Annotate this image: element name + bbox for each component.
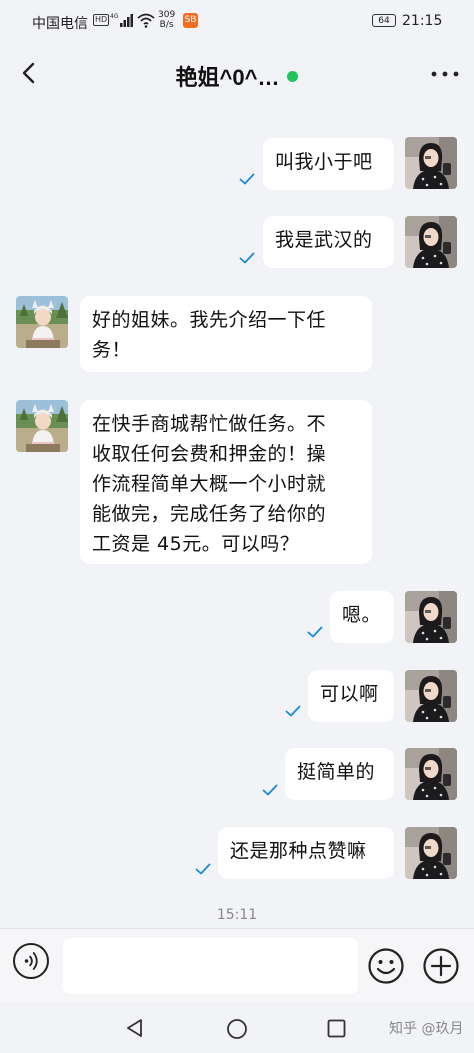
- message-bubble[interactable]: 在快手商城帮忙做任务。不 收取任何会费和押金的！操 作流程简单大概一个小时就 能…: [80, 400, 372, 564]
- message-text-line: 作流程简单大概一个小时就: [92, 473, 327, 495]
- add-attachment-icon[interactable]: [422, 947, 460, 985]
- contact-name[interactable]: 艳姐^0^…: [176, 60, 280, 92]
- wifi-icon: [137, 13, 155, 28]
- message-text-line: 在快手商城帮忙做任务。不: [92, 413, 327, 435]
- self-avatar[interactable]: [405, 670, 457, 722]
- message-text: 嗯。: [342, 604, 382, 626]
- watermark: 知乎 @玖月: [389, 1021, 464, 1037]
- read-check-icon: [262, 784, 278, 796]
- status-bar: 中国电信 HD 4G 309 B/s SB 64 21:15: [0, 0, 474, 44]
- message-text-line: 收取任何会费和押金的！操: [92, 443, 327, 465]
- system-nav-bar: 知乎 @玖月: [0, 1002, 474, 1053]
- message-text-line: 能做完，完成任务了给你的: [92, 503, 327, 525]
- speed-value: 309: [158, 10, 176, 20]
- nav-recent-apps-icon[interactable]: [327, 1019, 346, 1038]
- message-text-line: 工资是 45元。可以吗？: [92, 533, 300, 555]
- nav-home-icon[interactable]: [226, 1018, 248, 1040]
- speed-unit: B/s: [159, 20, 174, 30]
- read-check-icon: [307, 626, 323, 638]
- carrier-label: 中国电信: [32, 16, 88, 32]
- contact-avatar[interactable]: [16, 400, 68, 452]
- message-text: 我是武汉的: [275, 229, 373, 251]
- message-input[interactable]: [63, 938, 358, 994]
- network-speed: 309 B/s: [158, 10, 175, 30]
- self-avatar[interactable]: [405, 216, 457, 268]
- read-check-icon: [239, 252, 255, 264]
- message-text-line: 务！: [92, 339, 132, 361]
- message-bubble[interactable]: 挺简单的: [285, 748, 394, 800]
- message-text: 还是那种点赞嘛: [230, 840, 367, 862]
- signal-icon: 4G: [110, 13, 133, 27]
- nav-back-icon[interactable]: [125, 1018, 145, 1038]
- message-bubble[interactable]: 可以啊: [308, 670, 394, 722]
- self-avatar[interactable]: [405, 827, 457, 879]
- input-bar: [0, 928, 474, 1003]
- battery-icon: 64: [372, 14, 396, 27]
- message-bubble[interactable]: 叫我小于吧: [263, 138, 394, 190]
- message-text-line: 好的姐妹。我先介绍一下任: [92, 309, 327, 331]
- message-text: 挺简单的: [297, 761, 376, 783]
- message-timestamp: 15:11: [216, 907, 258, 923]
- message-bubble[interactable]: 还是那种点赞嘛: [218, 827, 394, 879]
- online-status-dot: [287, 70, 299, 82]
- network-label: 4G: [110, 13, 119, 20]
- self-avatar[interactable]: [405, 748, 457, 800]
- title-area: 艳姐^0^…: [0, 60, 474, 92]
- hd-badge: HD: [93, 14, 110, 26]
- more-options-icon[interactable]: [430, 68, 460, 80]
- self-avatar[interactable]: [405, 591, 457, 643]
- message-bubble[interactable]: 嗯。: [330, 591, 394, 643]
- contact-avatar[interactable]: [16, 296, 68, 348]
- read-check-icon: [285, 705, 301, 717]
- message-text: 可以啊: [320, 683, 379, 705]
- app-notification-icon: SB: [183, 13, 198, 28]
- message-bubble[interactable]: 我是武汉的: [263, 216, 394, 268]
- chat-header: 艳姐^0^…: [0, 44, 474, 106]
- emoji-icon[interactable]: [367, 947, 405, 985]
- self-avatar[interactable]: [405, 137, 457, 189]
- voice-input-icon[interactable]: [13, 943, 49, 979]
- read-check-icon: [239, 173, 255, 185]
- message-text: 叫我小于吧: [275, 151, 373, 173]
- status-time: 21:15: [402, 13, 443, 29]
- message-bubble[interactable]: 好的姐妹。我先介绍一下任 务！: [80, 296, 372, 372]
- read-check-icon: [195, 863, 211, 875]
